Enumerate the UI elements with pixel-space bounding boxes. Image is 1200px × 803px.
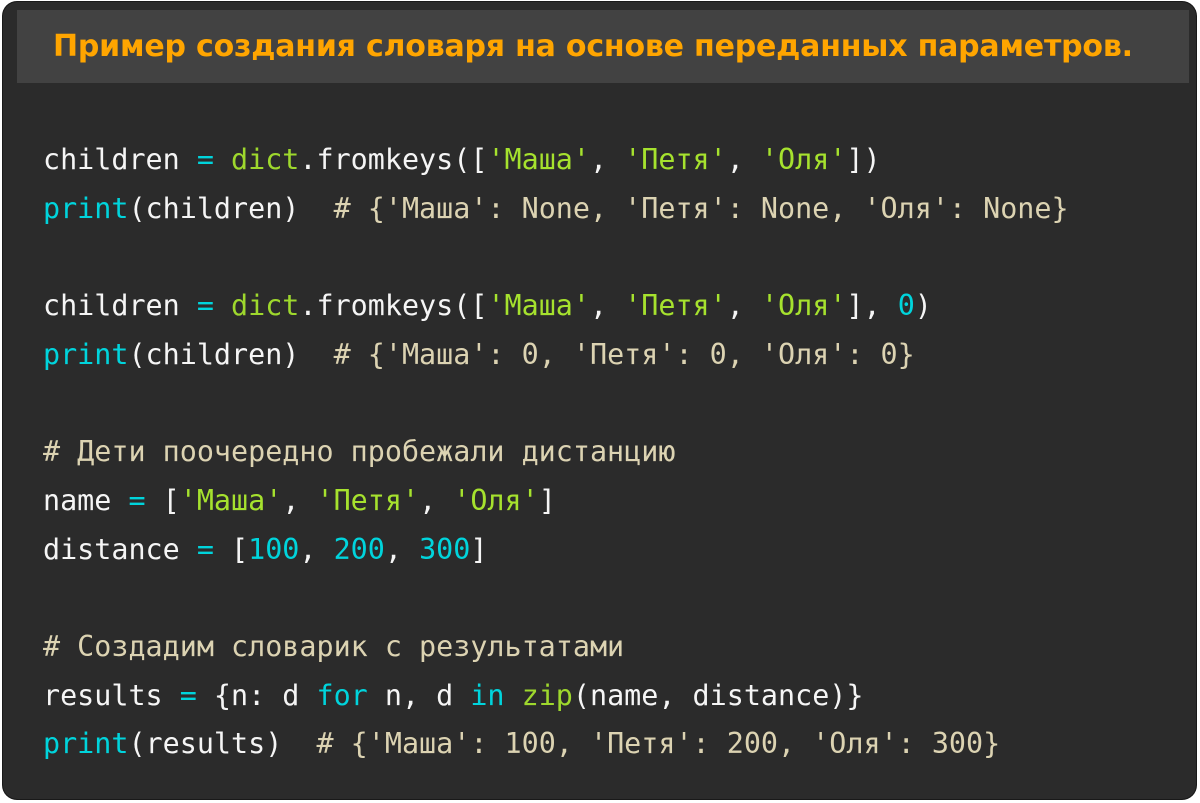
code-text: results (43, 678, 180, 712)
code-text: n, d (367, 678, 471, 712)
comment: # Дети поочередно пробежали дистанцию (43, 435, 676, 469)
code-card: Пример создания словаря на основе переда… (3, 2, 1196, 799)
code-line: print(children) # {'Маша': 0, 'Петя': 0,… (43, 331, 1069, 380)
code-line: children = dict.fromkeys(['Маша', 'Петя'… (43, 282, 1069, 331)
code-text: name (43, 483, 129, 517)
code-text: children (43, 289, 197, 323)
string-literal: 'Оля' (760, 289, 847, 323)
code-text: (results) (128, 727, 317, 761)
string-literal: 'Оля' (453, 483, 539, 517)
code-text: (children) (128, 191, 334, 225)
number-literal: 300 (419, 532, 471, 566)
code-line: # Создадим словарик с результатами (43, 623, 1069, 672)
string-literal: 'Петя' (316, 483, 420, 517)
code-text: , (282, 483, 317, 517)
page-title: Пример создания словаря на основе переда… (53, 29, 1133, 64)
code-text: {n: d (196, 678, 317, 712)
number-literal: 0 (897, 289, 915, 323)
title-bar: Пример создания словаря на основе переда… (17, 10, 1189, 83)
builtin-print: print (43, 727, 129, 761)
builtin-print: print (43, 191, 129, 225)
string-literal: 'Маша' (179, 483, 283, 517)
code-line: # Дети поочередно пробежали дистанцию (43, 428, 1069, 477)
code-text: ] (470, 532, 488, 566)
code-text: , (590, 143, 625, 176)
string-literal: 'Петя' (624, 289, 727, 323)
keyword: for (316, 678, 368, 712)
builtin-name: dict (231, 289, 300, 323)
code-line: results = {n: d for n, d in zip(name, di… (43, 672, 1069, 721)
operator: = (179, 678, 197, 712)
code-text: , (590, 289, 625, 323)
string-literal: 'Петя' (624, 143, 727, 176)
comment: # {'Маша': None, 'Петя': None, 'Оля': No… (333, 191, 1069, 225)
code-line: print(results) # {'Маша': 100, 'Петя': 2… (43, 720, 1069, 769)
code-text: .fromkeys([ (299, 289, 488, 323)
code-text: , (299, 532, 334, 566)
string-literal: 'Оля' (760, 143, 847, 176)
code-text: ]) (846, 143, 881, 176)
code-text: (name, distance)} (572, 678, 864, 712)
code-line: distance = [100, 200, 300] (43, 526, 1069, 575)
string-literal: 'Маша' (487, 289, 590, 323)
operator: = (128, 483, 146, 517)
operator: = (196, 289, 214, 323)
comment: # {'Маша': 100, 'Петя': 200, 'Оля': 300} (316, 727, 1001, 761)
code-text: (children) (128, 337, 334, 371)
code-line: print(children) # {'Маша': None, 'Петя':… (43, 185, 1069, 234)
number-literal: 200 (333, 532, 385, 566)
code-block: children = dict.fromkeys(['Маша', 'Петя'… (43, 136, 1069, 769)
keyword: in (470, 678, 505, 712)
operator: = (196, 532, 214, 566)
code-text: , (384, 532, 420, 566)
builtin-print: print (43, 337, 129, 371)
code-text: [ (213, 532, 249, 566)
operator: = (196, 143, 214, 176)
code-text: , (419, 483, 454, 517)
code-text: ], (846, 289, 898, 323)
code-text: distance (43, 532, 197, 566)
code-line: children = dict.fromkeys(['Маша', 'Петя'… (43, 136, 1069, 185)
number-literal: 100 (248, 532, 300, 566)
code-text: , (726, 143, 761, 176)
string-literal: 'Маша' (487, 143, 590, 176)
code-text: ] (538, 483, 556, 517)
code-text: ) (914, 289, 932, 323)
code-line: name = ['Маша', 'Петя', 'Оля'] (43, 477, 1069, 526)
comment: # Создадим словарик с результатами (43, 629, 625, 663)
code-text: [ (145, 483, 180, 517)
comment: # {'Маша': 0, 'Петя': 0, 'Оля': 0} (333, 337, 915, 371)
code-text: , (726, 289, 761, 323)
code-text: .fromkeys([ (299, 143, 488, 176)
builtin-name: dict (231, 143, 300, 176)
code-text: children (43, 143, 197, 176)
builtin-name: zip (521, 678, 573, 712)
